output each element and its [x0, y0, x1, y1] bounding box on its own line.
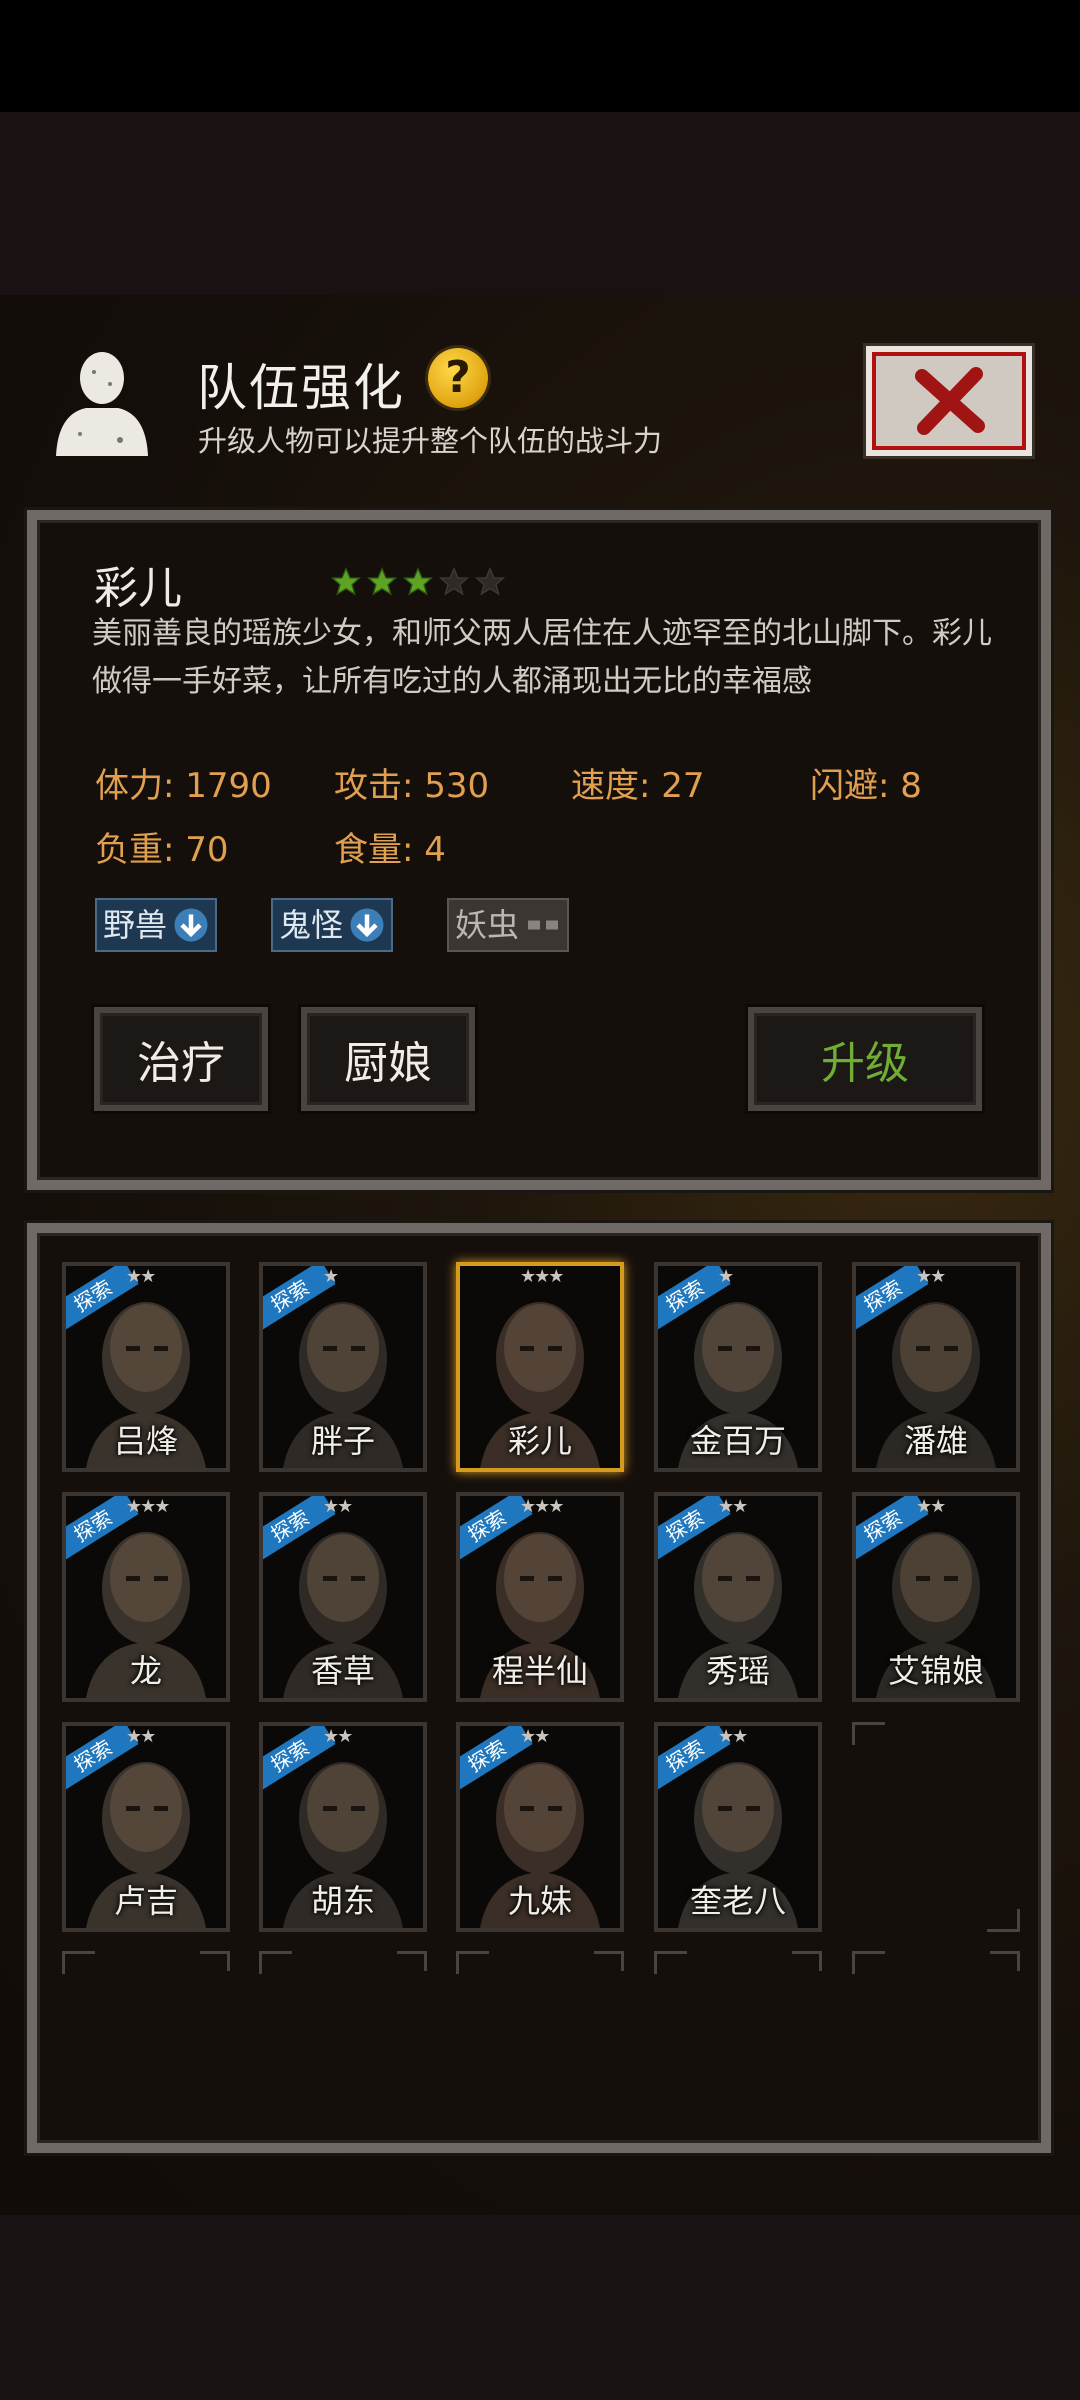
character-card-name: 龙	[129, 1652, 162, 1690]
character-card-name: 九妹	[507, 1882, 572, 1920]
character-card[interactable]: 探索 ★★ 潘雄	[852, 1262, 1020, 1472]
character-card-name: 金百万	[689, 1422, 786, 1460]
character-card[interactable]: 探索 ★ 胖子	[259, 1262, 427, 1472]
card-star-rating: ★★	[126, 1726, 156, 1747]
stat-food: 食量: 4	[334, 830, 446, 870]
character-card-name: 艾锦娘	[887, 1652, 984, 1690]
character-card[interactable]: 探索 ★ 金百万	[654, 1262, 822, 1472]
help-icon[interactable]: ?	[428, 348, 488, 408]
character-card-name: 香草	[310, 1652, 375, 1690]
stat-hp: 体力: 1790	[95, 766, 272, 806]
empty-slot	[456, 1951, 624, 1991]
tag-label: 野兽	[103, 906, 168, 944]
upgrade-button[interactable]: 升级	[748, 1007, 982, 1111]
card-star-rating: ★★	[126, 1266, 156, 1287]
card-star-rating: ★★	[718, 1726, 748, 1747]
card-star-rating: ★★	[718, 1496, 748, 1517]
character-card-name: 卢吉	[113, 1882, 178, 1920]
character-card[interactable]: 探索 ★★ 九妹	[456, 1722, 624, 1932]
stat-load: 负重: 70	[95, 830, 229, 870]
star-empty-icon	[438, 566, 470, 596]
character-card-name: 吕烽	[113, 1422, 178, 1460]
arrow-down-icon	[174, 908, 208, 942]
empty-slot	[259, 1951, 427, 1991]
card-star-rating: ★★★	[520, 1266, 564, 1287]
close-icon	[915, 367, 985, 435]
dash-icon	[528, 920, 559, 930]
card-star-rating: ★★	[916, 1266, 946, 1287]
card-star-rating: ★★	[323, 1726, 353, 1747]
card-star-rating: ★★★	[520, 1496, 564, 1517]
character-card-name: 胡东	[310, 1882, 375, 1920]
arrow-down-icon	[350, 908, 384, 942]
card-star-rating: ★★	[916, 1496, 946, 1517]
card-star-rating: ★★	[323, 1496, 353, 1517]
star-filled-icon	[366, 566, 398, 596]
character-star-rating	[330, 566, 506, 598]
stat-attack: 攻击: 530	[334, 766, 490, 806]
character-name: 彩儿	[94, 563, 182, 614]
stat-speed: 速度: 27	[571, 766, 705, 806]
character-card[interactable]: ★★★ 彩儿	[456, 1262, 624, 1472]
close-button[interactable]	[866, 346, 1032, 456]
resist-tag-beast: 野兽	[95, 898, 218, 952]
stat-dodge: 闪避: 8	[810, 766, 922, 806]
cook-skill-button[interactable]: 厨娘	[301, 1007, 475, 1111]
card-star-rating: ★	[718, 1266, 734, 1287]
card-star-rating: ★★★	[126, 1496, 170, 1517]
page-subtitle: 升级人物可以提升整个队伍的战斗力	[198, 424, 663, 458]
character-card[interactable]: 探索 ★★ 香草	[259, 1492, 427, 1702]
tag-label: 鬼怪	[279, 906, 344, 944]
character-card[interactable]: 探索 ★★★ 龙	[62, 1492, 230, 1702]
page-title: 队伍强化	[197, 359, 405, 417]
resist-tag-insect: 妖虫	[447, 898, 570, 952]
character-card-name: 奎老八	[689, 1882, 786, 1920]
tag-label: 妖虫	[455, 906, 520, 944]
character-card[interactable]: 探索 ★★ 胡东	[259, 1722, 427, 1932]
resist-tag-ghost: 鬼怪	[271, 898, 394, 952]
card-star-rating: ★	[323, 1266, 339, 1287]
star-filled-icon	[330, 566, 362, 596]
character-card[interactable]: 探索 ★★ 秀瑶	[654, 1492, 822, 1702]
navigation-bar	[0, 2216, 1080, 2400]
empty-slot	[852, 1951, 1020, 1991]
heal-button[interactable]: 治疗	[94, 1007, 268, 1111]
character-card-name: 秀瑶	[705, 1652, 770, 1690]
status-bar	[0, 0, 1080, 112]
card-star-rating: ★★	[520, 1726, 550, 1747]
empty-slot	[654, 1951, 822, 1991]
character-card[interactable]: 探索 ★★ 卢吉	[62, 1722, 230, 1932]
character-description: 美丽善良的瑶族少女，和师父两人居住在人迹罕至的北山脚下。彩儿做得一手好菜，让所有…	[92, 616, 992, 699]
team-silhouette-icon	[50, 348, 154, 458]
character-card-name: 胖子	[310, 1422, 375, 1460]
character-card[interactable]: 探索 ★★ 奎老八	[654, 1722, 822, 1932]
star-empty-icon	[474, 566, 506, 596]
character-card-name: 程半仙	[491, 1652, 588, 1690]
empty-slot	[62, 1951, 230, 1991]
character-card[interactable]: 探索 ★★ 吕烽	[62, 1262, 230, 1472]
empty-slot	[852, 1722, 1020, 1932]
character-card[interactable]: 探索 ★★ 艾锦娘	[852, 1492, 1020, 1702]
character-card[interactable]: 探索 ★★★ 程半仙	[456, 1492, 624, 1702]
character-card-name: 潘雄	[903, 1422, 968, 1460]
character-card-name: 彩儿	[507, 1422, 572, 1460]
star-filled-icon	[402, 566, 434, 596]
